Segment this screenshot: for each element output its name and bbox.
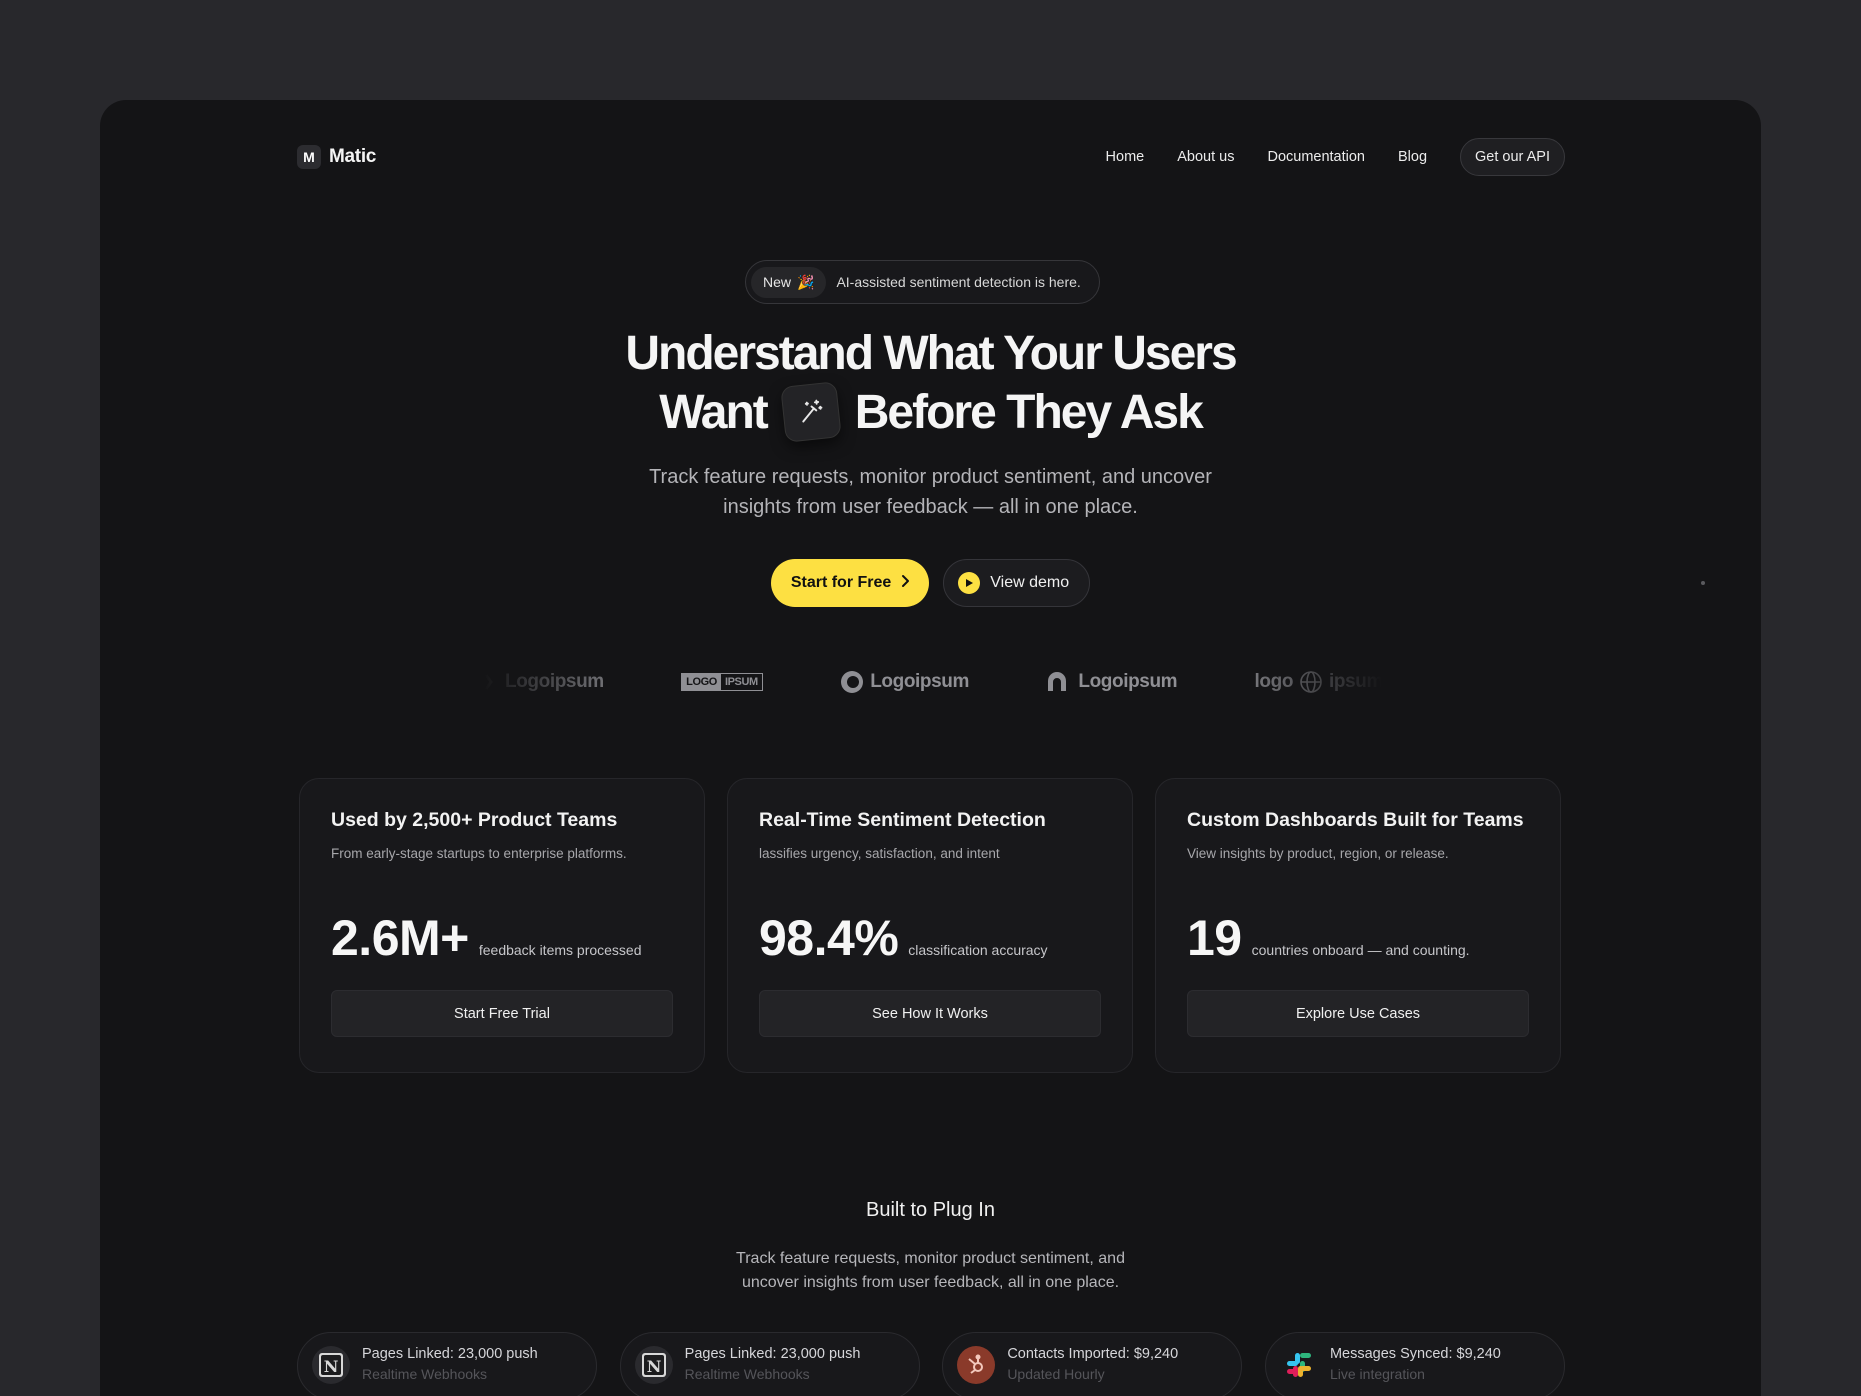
integration-pill[interactable]: N Pages Linked: 23,000 push Realtime Web… — [297, 1332, 597, 1396]
stat-number: 98.4% — [759, 910, 899, 966]
nav-link-blog[interactable]: Blog — [1398, 149, 1427, 165]
integration-pill[interactable]: N Pages Linked: 23,000 push Realtime Web… — [619, 1332, 920, 1396]
nav-link-documentation[interactable]: Documentation — [1267, 149, 1365, 165]
logo-2-text-a: LOGO — [682, 674, 721, 690]
stat-label: feedback items processed — [478, 942, 642, 958]
card-description: lassifies urgency, satisfaction, and int… — [759, 846, 1000, 861]
integrations-row: N Pages Linked: 23,000 push Realtime Web… — [297, 1332, 1565, 1396]
card-title: Custom Dashboards Built for Teams — [1187, 809, 1524, 831]
notion-icon: N — [634, 1346, 673, 1384]
explore-use-cases-button[interactable]: Explore Use Cases — [1187, 990, 1529, 1037]
svg-text:N: N — [646, 1357, 661, 1376]
play-icon — [958, 572, 981, 594]
view-demo-label: View demo — [990, 574, 1070, 591]
customer-logos: Logoipsum LOGO IPSUM Logoipsum Logoipsum… — [483, 667, 1383, 697]
nav-link-about[interactable]: About us — [1177, 149, 1234, 165]
stat-label: classification accuracy — [908, 942, 1048, 958]
feature-card: Used by 2,500+ Product Teams From early-… — [299, 778, 705, 1073]
logo-5-text-b: ipsum — [1329, 671, 1383, 692]
hero-headline-line2: Want Before They Ask — [100, 381, 1761, 443]
integration-subtitle: Live integration — [1329, 1366, 1425, 1382]
page-frame: M Matic Home About us Documentation Blog… — [100, 100, 1761, 1396]
start-for-free-label: Start for Free — [790, 574, 892, 591]
logo-4-text: Logoipsum — [1078, 671, 1178, 692]
integration-pill[interactable]: Contacts Imported: $9,240 Updated Hourly — [942, 1332, 1243, 1396]
integration-text: Pages Linked: 23,000 push Realtime Webho… — [362, 1346, 538, 1382]
feature-card: Custom Dashboards Built for Teams View i… — [1155, 778, 1561, 1073]
stat-number: 19 — [1187, 910, 1242, 966]
announcement-badge[interactable]: New 🎉 AI-assisted sentiment detection is… — [745, 260, 1100, 304]
party-popper-icon: 🎉 — [797, 273, 815, 290]
see-how-it-works-button[interactable]: See How It Works — [759, 990, 1101, 1037]
integration-text: Contacts Imported: $9,240 Updated Hourly — [1007, 1346, 1178, 1382]
logo-5: logo ipsum — [1255, 670, 1383, 694]
start-free-trial-button[interactable]: Start Free Trial — [331, 990, 673, 1037]
logo-3-text: Logoipsum — [870, 671, 969, 692]
hero-headline-line1: Understand What Your Users — [625, 327, 1237, 380]
logo-arch-icon — [1048, 672, 1067, 691]
section-subtitle-line1: Track feature requests, monitor product … — [736, 1250, 1125, 1267]
section-title: Built to Plug In — [866, 1199, 995, 1221]
hubspot-icon — [957, 1346, 996, 1384]
logo-glyph-icon — [484, 674, 493, 690]
logo-circle-icon — [841, 671, 864, 693]
brand-name: Matic — [329, 146, 377, 167]
brand-logo[interactable]: M Matic — [297, 145, 376, 169]
card-stat: 98.4% classification accuracy — [759, 909, 1048, 967]
card-title: Used by 2,500+ Product Teams — [331, 809, 618, 831]
logo-1-text: Logoipsum — [505, 671, 604, 692]
logo-4: Logoipsum — [1046, 671, 1178, 693]
card-description: From early-stage startups to enterprise … — [331, 846, 627, 861]
headline-words-before-they-ask: Before They Ask — [854, 385, 1204, 439]
hero-cta-row: Start for Free View demo — [100, 559, 1761, 607]
logo-2-box: LOGO IPSUM — [681, 673, 763, 691]
nav-links: Home About us Documentation Blog Get our… — [1106, 138, 1565, 176]
notion-icon: N — [312, 1346, 350, 1384]
integration-pill[interactable]: Messages Synced: $9,240 Live integration — [1264, 1332, 1565, 1396]
logo-globe-icon — [1300, 671, 1322, 693]
headline-word-want: Want — [659, 385, 769, 439]
magic-wand-icon — [779, 381, 842, 443]
logo-2: LOGO IPSUM — [681, 673, 763, 691]
logo-2-text-b: IPSUM — [724, 676, 758, 688]
integration-text: Pages Linked: 23,000 push Realtime Webho… — [685, 1346, 861, 1382]
feature-cards: Used by 2,500+ Product Teams From early-… — [299, 778, 1563, 1073]
stat-label: countries onboard — and counting. — [1251, 942, 1470, 958]
logo-3: Logoipsum — [840, 670, 969, 694]
card-stat: 19 countries onboard — and counting. — [1187, 909, 1470, 967]
card-description: View insights by product, region, or rel… — [1187, 846, 1449, 861]
card-title: Real-Time Sentiment Detection — [759, 809, 1046, 831]
badge-new-pill: New 🎉 — [751, 266, 827, 298]
integration-title: Contacts Imported: $9,240 — [1007, 1346, 1179, 1362]
integration-title: Pages Linked: 23,000 push — [684, 1346, 861, 1362]
slack-icon — [1280, 1346, 1318, 1384]
start-for-free-button[interactable]: Start for Free — [770, 559, 930, 607]
top-nav: M Matic Home About us Documentation Blog… — [297, 137, 1565, 177]
brand-mark-icon: M — [297, 145, 321, 169]
section-subtitle-line2: uncover insights from user feedback, all… — [741, 1274, 1120, 1291]
nav-link-home[interactable]: Home — [1106, 149, 1145, 165]
hero-subtitle-line2: insights from user feedback — all in one… — [723, 496, 1138, 518]
get-api-button[interactable]: Get our API — [1460, 138, 1565, 176]
integration-title: Pages Linked: 23,000 push — [362, 1346, 538, 1362]
view-demo-button[interactable]: View demo — [943, 559, 1091, 607]
integration-subtitle: Updated Hourly — [1007, 1366, 1105, 1382]
feature-card: Real-Time Sentiment Detection lassifies … — [727, 778, 1133, 1073]
decorative-dot — [1701, 581, 1705, 585]
svg-text:N: N — [324, 1357, 339, 1376]
integration-subtitle: Realtime Webhooks — [684, 1366, 810, 1382]
badge-text: AI-assisted sentiment detection is here. — [836, 274, 1081, 290]
logo-5-text-a: logo — [1254, 671, 1294, 692]
hero-subtitle-line1: Track feature requests, monitor product … — [649, 466, 1212, 488]
card-stat: 2.6M+ feedback items processed — [331, 909, 642, 967]
integration-subtitle: Realtime Webhooks — [362, 1366, 488, 1382]
badge-new-label: New — [763, 274, 792, 290]
logo-1: Logoipsum — [483, 671, 604, 693]
chevron-right-icon — [899, 574, 911, 593]
stat-number: 2.6M+ — [331, 910, 469, 966]
integration-text: Messages Synced: $9,240 Live integration — [1330, 1346, 1501, 1382]
integration-title: Messages Synced: $9,240 — [1329, 1346, 1501, 1362]
